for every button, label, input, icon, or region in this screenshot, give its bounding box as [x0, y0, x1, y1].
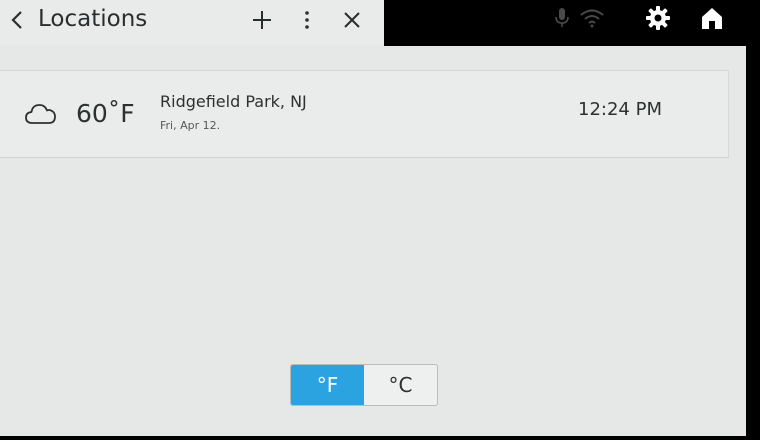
wifi-icon[interactable]	[578, 4, 606, 32]
cloud-icon	[25, 104, 56, 124]
close-icon	[344, 12, 360, 28]
gear-icon[interactable]	[644, 4, 672, 32]
header: Locations	[0, 0, 384, 46]
more-options-button[interactable]	[293, 6, 321, 34]
local-time: 12:24 PM	[578, 99, 662, 120]
home-icon[interactable]	[698, 4, 726, 32]
plus-icon	[253, 11, 271, 29]
unit-toggle: °F °C	[290, 364, 438, 406]
screen: Locations 60˚F Ridgefield Park, NJ Fri, …	[0, 0, 760, 440]
microphone-icon[interactable]	[548, 4, 576, 32]
temperature: 60˚F	[76, 99, 135, 128]
chevron-left-icon	[11, 11, 22, 29]
page-title: Locations	[38, 6, 148, 32]
back-button[interactable]	[4, 7, 30, 33]
fahrenheit-button[interactable]: °F	[291, 365, 364, 405]
date-label: Fri, Apr 12.	[160, 119, 221, 132]
status-bar	[384, 0, 760, 46]
close-button[interactable]	[338, 6, 366, 34]
celsius-button[interactable]: °C	[364, 365, 437, 405]
more-vertical-icon	[305, 11, 309, 29]
location-card[interactable]: 60˚F Ridgefield Park, NJ Fri, Apr 12. 12…	[0, 70, 729, 158]
add-location-button[interactable]	[248, 6, 276, 34]
city-name: Ridgefield Park, NJ	[160, 92, 307, 111]
